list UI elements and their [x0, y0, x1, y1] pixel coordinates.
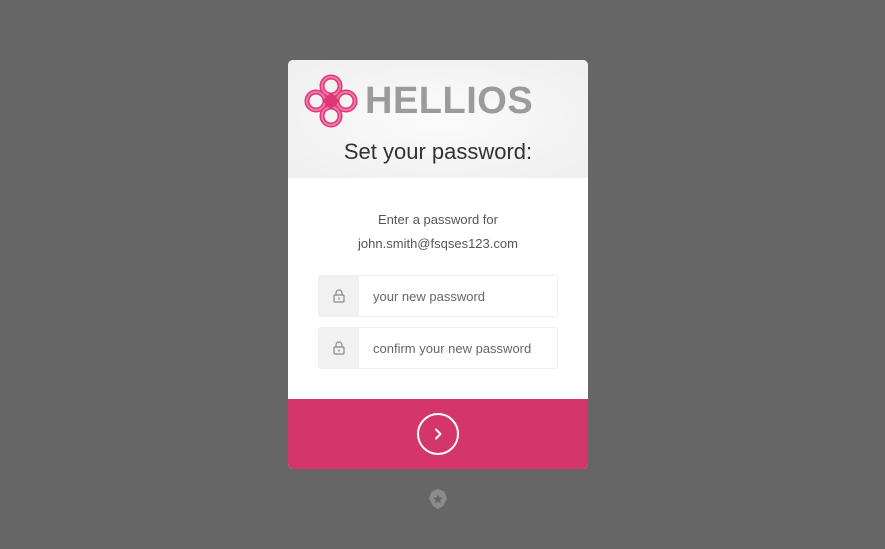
auth0-badge-icon[interactable]	[428, 488, 448, 510]
confirm-password-input[interactable]	[359, 328, 557, 368]
new-password-field	[318, 275, 558, 317]
instructions: Enter a password for john.smith@fsqses12…	[288, 208, 588, 256]
instructions-text: Enter a password for	[378, 212, 498, 227]
celtic-knot-logo-icon	[304, 74, 358, 128]
password-reset-card: HELLIOS Set your password: Enter a passw…	[288, 60, 588, 469]
brand-name: HELLIOS	[365, 80, 534, 122]
chevron-right-icon	[435, 428, 442, 440]
account-email: john.smith@fsqses123.com	[358, 236, 518, 251]
lock-icon	[319, 328, 359, 368]
lock-icon	[319, 276, 359, 316]
page-title: Set your password:	[343, 139, 533, 164]
new-password-input[interactable]	[359, 276, 557, 316]
confirm-password-field	[318, 327, 558, 369]
submit-button[interactable]	[288, 399, 588, 469]
submit-circle	[417, 413, 459, 455]
card-body: Enter a password for john.smith@fsqses12…	[288, 178, 588, 399]
card-header: HELLIOS Set your password:	[288, 60, 588, 178]
brand-logo: HELLIOS	[303, 73, 533, 129]
